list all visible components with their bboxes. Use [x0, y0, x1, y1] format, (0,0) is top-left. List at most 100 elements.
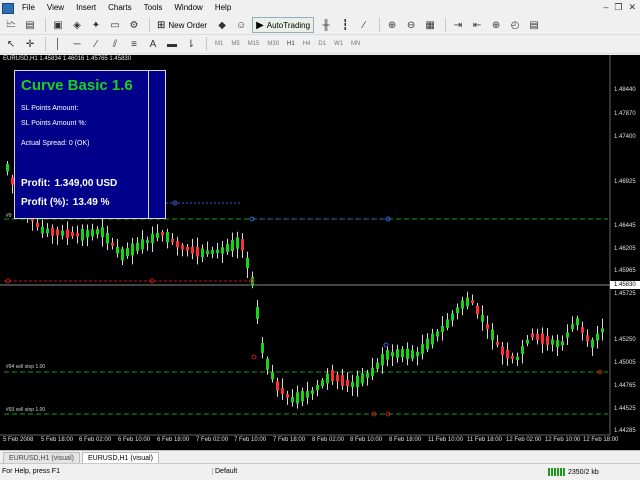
expert-icon[interactable]: ☺	[233, 17, 249, 33]
fibonacci-icon[interactable]: ≡	[126, 36, 142, 52]
candle-body	[136, 242, 139, 252]
candle-body	[316, 384, 319, 391]
profiles-icon[interactable]: ▤	[22, 17, 38, 33]
candle-body	[376, 362, 379, 369]
timeframe-h4[interactable]: H4	[299, 36, 315, 52]
menu-file[interactable]: File	[16, 0, 41, 16]
window-controls: – ❐ ✕	[603, 2, 636, 13]
data-window-icon[interactable]: ◈	[69, 17, 85, 33]
candle-body	[556, 340, 559, 348]
tile-windows-icon[interactable]: ▦	[422, 17, 438, 33]
menu-charts[interactable]: Charts	[102, 0, 138, 16]
timeframe-m5[interactable]: M5	[227, 36, 243, 52]
zoom-in-icon[interactable]: ⊕	[384, 17, 400, 33]
new-order-label: New Order	[168, 20, 208, 30]
candlestick-icon[interactable]: ┇	[337, 17, 353, 33]
current-price-tag: 1.45830	[610, 281, 640, 289]
cursor-icon[interactable]: ↖	[3, 36, 19, 52]
indicators-icon[interactable]: ⊕	[488, 17, 504, 33]
candle-body	[356, 375, 359, 388]
text-icon[interactable]: A	[145, 36, 161, 52]
menu-tools[interactable]: Tools	[138, 0, 169, 16]
time-label: 12 Feb 10:00	[545, 437, 581, 443]
status-traffic: 2350/2 kb	[548, 468, 599, 476]
chart-window[interactable]: EURUSD,H1 1.45834 1.46016 1.45765 1.4583…	[0, 55, 640, 450]
candle-body	[346, 379, 349, 387]
order-label-94: #94 sell stop 1.00	[6, 364, 46, 370]
price-label: 1.46925	[614, 179, 636, 185]
timeframe-m30[interactable]: M30	[263, 36, 283, 52]
time-label: 12 Feb 02:00	[506, 437, 542, 443]
timeframe-w1[interactable]: W1	[330, 36, 347, 52]
candle-body	[496, 341, 499, 345]
candle-body	[191, 246, 194, 254]
timeframe-h1[interactable]: H1	[283, 36, 299, 52]
candle-body	[276, 381, 279, 391]
candle-body	[331, 369, 334, 382]
auto-scroll-icon[interactable]: ⇥	[450, 17, 466, 33]
timeframe-m15[interactable]: M15	[244, 36, 264, 52]
toolbar-separator	[206, 37, 207, 51]
menu-view[interactable]: View	[41, 0, 70, 16]
chart-tab-2[interactable]: EURUSD,H1 (visual)	[81, 452, 159, 463]
terminal-icon[interactable]: ▭	[107, 17, 123, 33]
profit-pct-row: Profit (%): 13.49 %	[21, 197, 109, 208]
close-icon[interactable]: ✕	[628, 2, 636, 13]
menu-window[interactable]: Window	[168, 0, 208, 16]
minimize-icon[interactable]: –	[603, 2, 608, 13]
vertical-line-icon[interactable]: │	[50, 36, 66, 52]
chart-shift-icon[interactable]: ⇤	[469, 17, 485, 33]
price-label: 1.44525	[614, 406, 636, 412]
navigator-icon[interactable]: ✦	[88, 17, 104, 33]
trendline-icon[interactable]: ∕	[88, 36, 104, 52]
candle-body	[171, 238, 174, 243]
candle-body	[441, 325, 444, 333]
candle-body	[196, 246, 199, 257]
autotrading-button[interactable]: ▶ AutoTrading	[252, 17, 315, 33]
timeframe-d1[interactable]: D1	[314, 36, 330, 52]
candle-body	[81, 229, 84, 241]
timeframe-mn[interactable]: MN	[347, 36, 364, 52]
chart-tab-1[interactable]: EURUSD,H1 (visual)	[3, 452, 80, 463]
time-label: 6 Feb 10:00	[118, 437, 151, 443]
candle-body	[41, 226, 44, 234]
price-label: 1.45725	[614, 291, 636, 297]
profit-pct-label: Profit (%):	[21, 197, 69, 208]
strategy-tester-icon[interactable]: ⚙	[126, 17, 142, 33]
periods-icon[interactable]: ◴	[507, 17, 523, 33]
label-icon[interactable]: ▬	[164, 36, 180, 52]
time-label: 8 Feb 18:00	[389, 437, 422, 443]
menu-insert[interactable]: Insert	[70, 0, 102, 16]
candle-body	[36, 222, 39, 228]
candle-body	[336, 374, 339, 382]
candle-body	[126, 247, 129, 257]
candle-body	[71, 231, 74, 237]
line-chart-icon[interactable]: ∕	[356, 17, 372, 33]
meta-editor-icon[interactable]: ◆	[214, 17, 230, 33]
candle-body	[426, 338, 429, 350]
horizontal-line-icon[interactable]: ─	[69, 36, 85, 52]
templates-icon[interactable]: ▤	[526, 17, 542, 33]
arrows-icon[interactable]: ⇂	[183, 36, 199, 52]
menu-help[interactable]: Help	[209, 0, 237, 16]
candle-body	[166, 231, 169, 243]
candle-body	[431, 333, 434, 345]
candle-body	[396, 349, 399, 358]
profit-pct-value: 13.49 %	[72, 197, 110, 208]
bar-chart-icon[interactable]: ╫	[318, 17, 334, 33]
new-order-button[interactable]: ⊞ New Order	[154, 17, 210, 33]
crosshair-icon[interactable]: ✛	[22, 36, 38, 52]
candle-body	[526, 339, 529, 344]
restore-icon[interactable]: ❐	[614, 2, 622, 13]
timeframe-m1[interactable]: M1	[211, 36, 227, 52]
candle-body	[61, 230, 64, 236]
market-watch-icon[interactable]: ▣	[50, 17, 66, 33]
status-profile[interactable]: Default	[212, 468, 237, 475]
zoom-out-icon[interactable]: ⊖	[403, 17, 419, 33]
new-chart-icon[interactable]: 🗠	[3, 17, 19, 33]
candle-body	[76, 232, 79, 237]
channel-icon[interactable]: ⫽	[107, 36, 123, 52]
candle-body	[511, 355, 514, 359]
candle-body	[406, 348, 409, 360]
candle-body	[381, 354, 384, 366]
